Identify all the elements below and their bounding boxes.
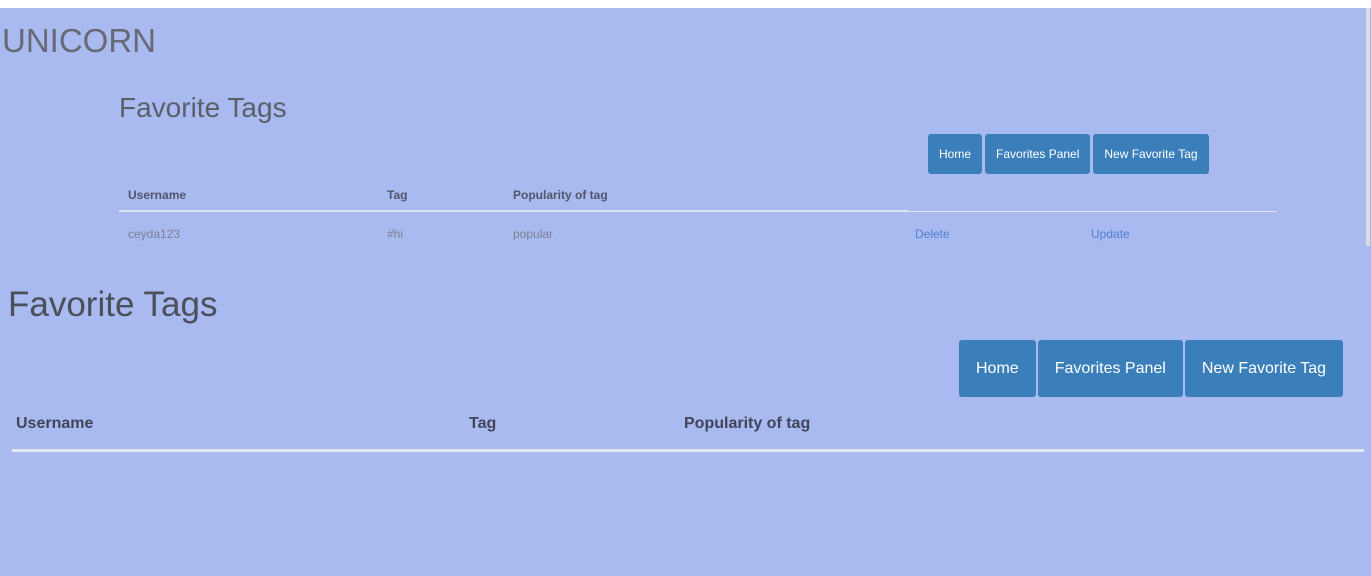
cell-tag: #hi [387, 227, 404, 241]
nav-button-group: Home Favorites Panel New Favorite Tag [959, 340, 1344, 397]
column-header-username: Username [16, 415, 94, 432]
page-title: Favorite Tags [119, 92, 287, 123]
column-header-tag: Tag [469, 415, 497, 432]
brand-logo: UNICORN [2, 22, 156, 59]
favorites-panel-button[interactable]: Favorites Panel [1037, 340, 1183, 397]
cell-popularity: popular [513, 227, 554, 241]
home-button[interactable]: Home [928, 134, 983, 174]
table-header-divider [119, 210, 908, 212]
cell-username: ceyda123 [128, 227, 181, 241]
scrollbar-thumb[interactable] [1366, 8, 1370, 246]
home-button[interactable]: Home [959, 340, 1036, 397]
page-background: UNICORN Favorite Tags Home Favorites Pan… [0, 8, 1371, 576]
scrollbar[interactable] [1365, 8, 1371, 246]
table-header-divider [12, 449, 1364, 452]
column-header-tag: Tag [387, 188, 408, 202]
column-header-popularity: Popularity of tag [513, 188, 608, 202]
favorites-panel-button[interactable]: Favorites Panel [985, 134, 1091, 174]
update-link[interactable]: Update [1091, 227, 1130, 241]
new-favorite-tag-button[interactable]: New Favorite Tag [1184, 340, 1344, 397]
table-header-divider [908, 211, 1277, 212]
page-title: Favorite Tags [8, 285, 218, 324]
column-header-popularity: Popularity of tag [684, 415, 811, 432]
nav-button-group: Home Favorites Panel New Favorite Tag [928, 134, 1209, 174]
new-favorite-tag-button[interactable]: New Favorite Tag [1093, 134, 1209, 174]
delete-link[interactable]: Delete [915, 227, 950, 241]
column-header-username: Username [128, 188, 187, 202]
